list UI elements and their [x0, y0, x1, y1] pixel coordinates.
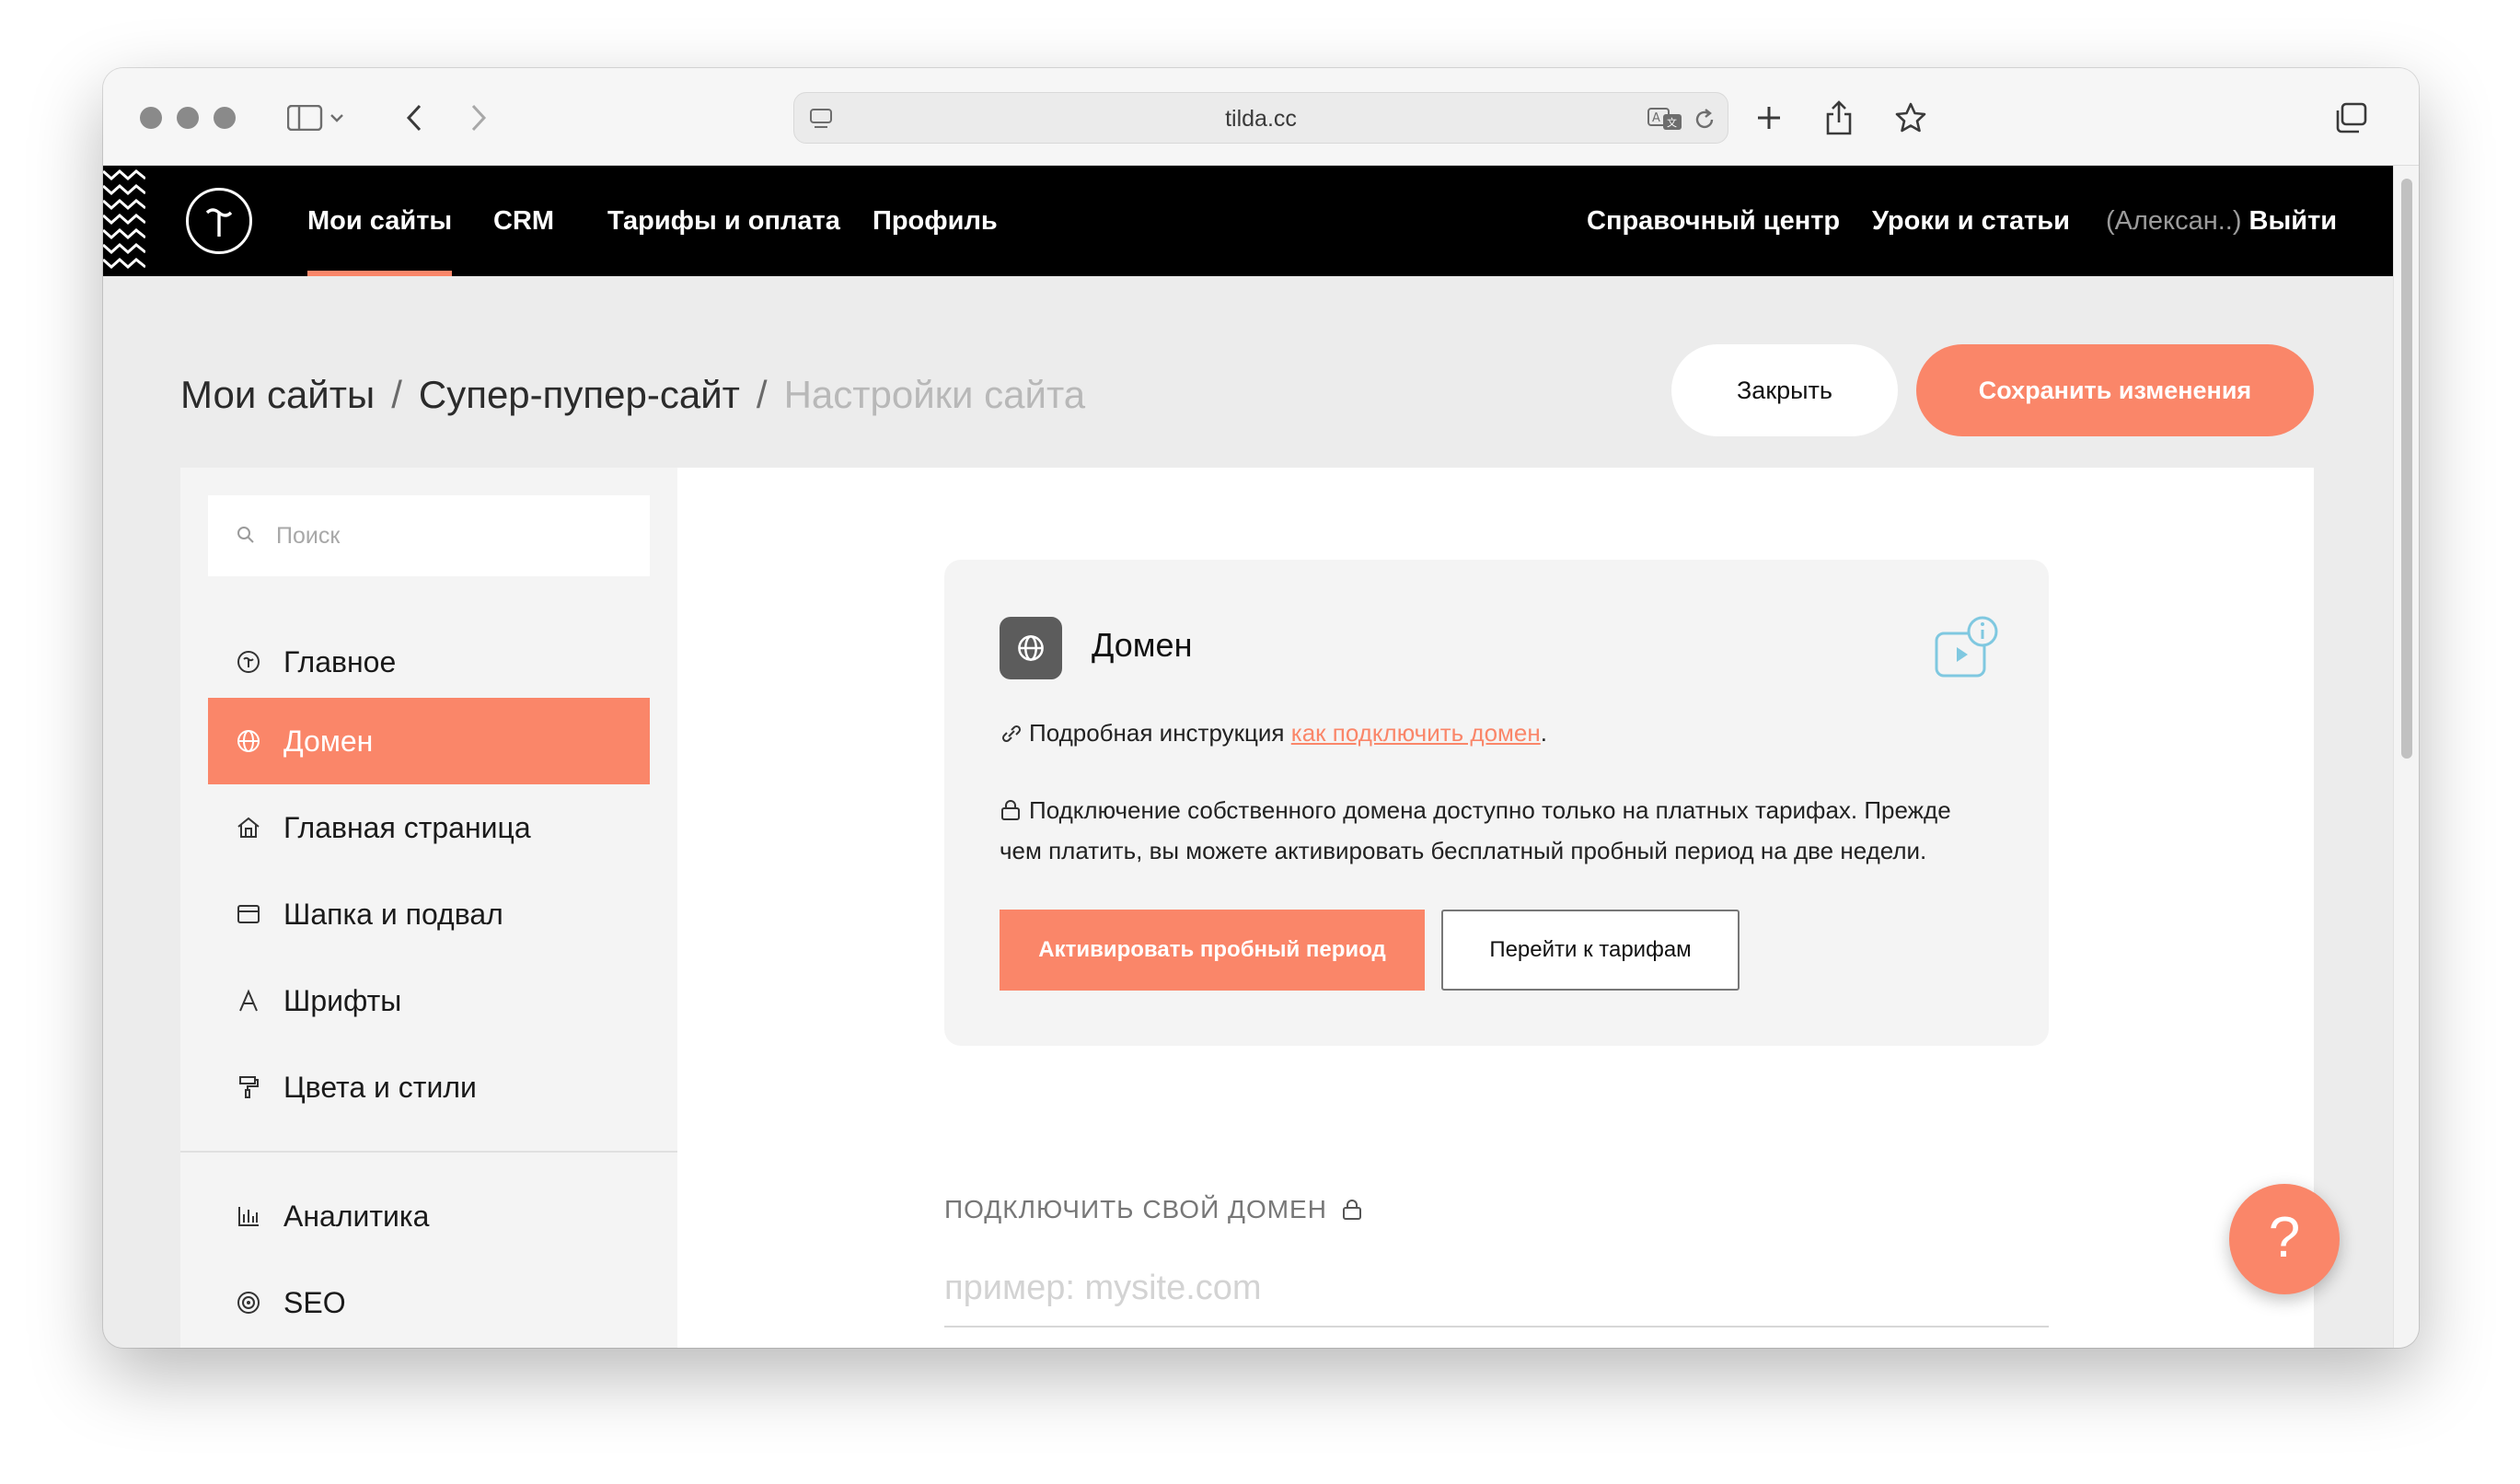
share-button[interactable] [1821, 98, 1857, 138]
logout-link[interactable]: Выйти [2249, 206, 2338, 236]
address-bar[interactable]: tilda.cc A文 [793, 92, 1728, 144]
browser-window: tilda.cc A文 Мои сайты CRM Тарифы и оплат… [103, 68, 2419, 1348]
sidebar-item-label: Аналитика [283, 1199, 430, 1233]
sidebar-item-main[interactable]: Главное [208, 619, 650, 705]
paid-notice-line2: чем платить, вы можете активировать бесп… [1000, 837, 1927, 864]
sidebar-item-label: SEO [283, 1285, 346, 1319]
tilda-circle-icon [234, 647, 263, 677]
header-footer-icon [234, 899, 263, 929]
sidebar-item-homepage[interactable]: Главная страница [208, 784, 650, 871]
lock-icon [1342, 1200, 1361, 1220]
video-tutorial-icon[interactable] [1931, 615, 2001, 685]
domain-card-icon [1000, 617, 1062, 679]
close-button[interactable]: Закрыть [1671, 344, 1898, 436]
user-name: (Алексан..) [2106, 206, 2242, 236]
home-icon [234, 813, 263, 842]
tilda-logo-icon [205, 208, 233, 237]
tab-overview-button[interactable] [2330, 98, 2371, 138]
breadcrumb-my-sites[interactable]: Мои сайты [180, 373, 375, 416]
breadcrumb-separator: / [756, 373, 768, 416]
globe-icon [234, 726, 263, 756]
search-input[interactable] [276, 495, 626, 576]
analytics-icon [234, 1201, 263, 1231]
sidebar-item-analytics[interactable]: Аналитика [208, 1173, 650, 1259]
activate-trial-button[interactable]: Активировать пробный период [1000, 910, 1425, 991]
paid-notice-line1: Подключение собственного домена доступно… [1029, 796, 1951, 824]
target-icon [234, 1288, 263, 1317]
nav-my-sites[interactable]: Мои сайты [307, 166, 453, 276]
globe-icon [1018, 635, 1044, 661]
star-icon [1895, 102, 1926, 133]
nav-help-center[interactable]: Справочный центр [1587, 166, 1840, 276]
domain-card-title: Домен [1092, 626, 1193, 664]
settings-sidebar: Главное Домен Главная страница Шапка и п… [180, 468, 677, 1348]
sidebar-item-label: Главное [283, 644, 397, 678]
own-domain-label: ПОДКЛЮЧИТЬ СВОЙ ДОМЕН [944, 1195, 1363, 1224]
domain-card: Домен Подробная инструкция как подключит… [944, 560, 2049, 1046]
zigzag-decoration-icon [103, 168, 145, 270]
link-icon [1001, 725, 1022, 743]
share-icon [1826, 100, 1852, 135]
chevron-right-icon [471, 104, 487, 132]
sidebar-item-domain[interactable]: Домен [208, 698, 650, 784]
go-to-tariffs-button[interactable]: Перейти к тарифам [1441, 910, 1740, 991]
translate-icon[interactable]: A文 [1647, 106, 1683, 132]
instruction-prefix: Подробная инструкция [1029, 719, 1285, 747]
chevron-left-icon [406, 104, 422, 132]
plus-icon [1758, 107, 1780, 129]
back-button[interactable] [396, 98, 433, 138]
bookmark-button[interactable] [1892, 98, 1929, 138]
sidebar-search[interactable] [208, 495, 650, 576]
top-navigation: Мои сайты CRM Тарифы и оплата Профиль Сп… [103, 166, 2393, 276]
nav-user-logout[interactable]: (Алексан..) Выйти [2106, 166, 2337, 276]
lock-icon [1001, 800, 1020, 820]
breadcrumb: Мои сайты / Супер-пупер-сайт / Настройки сай… [180, 363, 1085, 427]
zoom-window-button[interactable] [214, 107, 236, 129]
close-window-button[interactable] [140, 107, 162, 129]
sidebar-item-label: Шрифты [283, 983, 402, 1017]
url-text: tilda.cc [1225, 106, 1297, 132]
sidebar-icon [287, 105, 343, 131]
sidebar-divider [180, 1151, 677, 1153]
sidebar-item-label: Главная страница [283, 810, 531, 844]
paid-notice: Подключение собственного домена доступно… [1000, 790, 1951, 871]
sidebar-item-colors[interactable]: Цвета и стили [208, 1044, 650, 1130]
svg-text:A: A [1652, 111, 1660, 125]
minimize-window-button[interactable] [177, 107, 199, 129]
sidebar-item-label: Цвета и стили [283, 1070, 477, 1104]
sidebar-item-seo[interactable]: SEO [208, 1259, 650, 1346]
nav-profile[interactable]: Профиль [873, 166, 998, 276]
own-domain-input[interactable] [944, 1250, 2049, 1327]
breadcrumb-separator: / [391, 373, 402, 416]
save-changes-button[interactable]: Сохранить изменения [1916, 344, 2314, 436]
own-domain-label-text: ПОДКЛЮЧИТЬ СВОЙ ДОМЕН [944, 1195, 1327, 1223]
font-icon [234, 986, 263, 1015]
instruction-suffix: . [1540, 719, 1547, 747]
browser-toolbar: tilda.cc A文 [103, 68, 2419, 166]
svg-text:文: 文 [1667, 116, 1677, 129]
sidebar-item-header-footer[interactable]: Шапка и подвал [208, 871, 650, 957]
nav-tariffs[interactable]: Тарифы и оплата [607, 166, 840, 276]
nav-crm[interactable]: CRM [493, 166, 554, 276]
paint-roller-icon [234, 1072, 263, 1102]
tabs-icon [2336, 102, 2367, 133]
settings-panel: Главное Домен Главная страница Шапка и п… [180, 468, 2314, 1348]
breadcrumb-current: Настройки сайта [783, 373, 1086, 416]
sidebar-toggle-button[interactable] [283, 98, 348, 138]
sidebar-item-label: Шапка и подвал [283, 897, 503, 931]
search-icon [237, 527, 254, 543]
page-scrollbar[interactable] [2393, 166, 2419, 1348]
scrollbar-thumb[interactable] [2401, 179, 2412, 759]
help-button[interactable]: ? [2229, 1184, 2340, 1294]
forward-button[interactable] [460, 98, 497, 138]
new-tab-button[interactable] [1751, 98, 1787, 138]
sidebar-item-label: Домен [283, 724, 374, 758]
sidebar-item-fonts[interactable]: Шрифты [208, 957, 650, 1044]
tilda-logo[interactable] [186, 188, 252, 254]
nav-lessons[interactable]: Уроки и статьи [1872, 166, 2070, 276]
reload-icon[interactable] [1693, 108, 1717, 132]
breadcrumb-site[interactable]: Супер-пупер-сайт [419, 373, 740, 416]
instruction-link[interactable]: как подключить домен [1291, 719, 1541, 747]
instruction-line: Подробная инструкция как подключить доме… [1000, 713, 1547, 753]
